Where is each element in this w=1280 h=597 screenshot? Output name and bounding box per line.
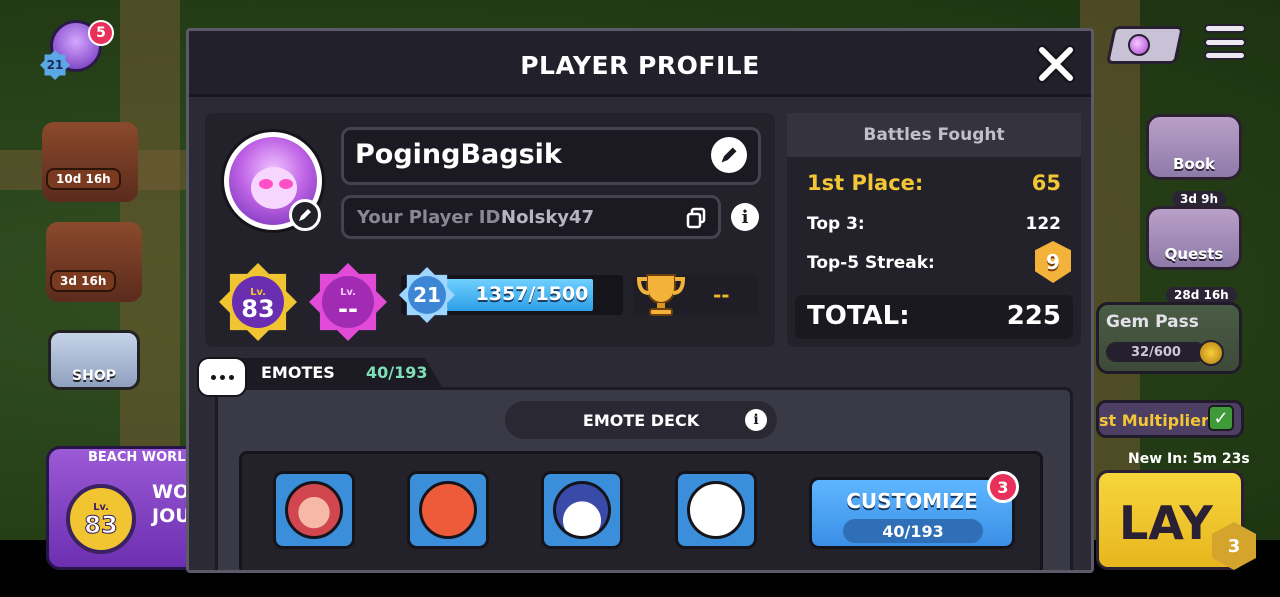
emote-deck-label: EMOTE DECK	[582, 411, 700, 430]
streak-row: Top-5 Streak:	[807, 253, 1061, 273]
play-label: LAY	[1119, 496, 1213, 550]
beach-world-level-value: 83	[84, 510, 118, 539]
monkey-emote-icon	[285, 481, 343, 539]
player-level-value: 83	[241, 294, 275, 323]
emote-slot-4[interactable]	[675, 471, 757, 549]
pencil-icon	[299, 209, 311, 221]
trophy-icon	[636, 274, 686, 316]
copy-id-button[interactable]	[683, 205, 709, 231]
gem-pass-progress: 32/600	[1106, 342, 1206, 362]
quests-button[interactable]: Quests	[1146, 206, 1242, 270]
first-place-row: 1st Place: 65	[807, 171, 1061, 195]
battles-heading: Battles Fought	[787, 113, 1081, 157]
streak-label: Top-5 Streak:	[807, 253, 935, 273]
customize-label: CUSTOMIZE	[846, 489, 978, 513]
event-card-1[interactable]	[42, 122, 138, 202]
gem-coin-icon	[1198, 340, 1224, 366]
top3-label: Top 3:	[807, 214, 865, 234]
emote-slot-1[interactable]	[273, 471, 355, 549]
customize-count: 40/193	[843, 519, 983, 543]
total-value: 225	[1006, 301, 1061, 331]
checkmark-icon[interactable]: ✓	[1208, 405, 1234, 431]
top3-row: Top 3: 122	[807, 214, 1061, 234]
info-icon[interactable]: i	[745, 409, 767, 431]
event-card-1-timer: 10d 16h	[46, 168, 121, 190]
scared-emote-icon	[553, 481, 611, 539]
player-level-badge: Lv. 83	[219, 263, 297, 341]
copy-icon	[686, 207, 706, 229]
emotes-tab-count: 40/193	[366, 363, 428, 382]
player-id-value: Nolsky47	[501, 207, 595, 228]
trophy-value: --	[713, 283, 730, 307]
emote-slot-2[interactable]	[407, 471, 489, 549]
xp-progress-text: 1357/1500	[475, 283, 589, 305]
hud-level-badge: 21	[40, 50, 70, 80]
beach-world-label: BEACH WORLD	[88, 450, 197, 465]
new-in-timer: New In: 5m 23s	[1128, 451, 1250, 467]
name-edit-button[interactable]	[711, 137, 747, 173]
mail-gem-icon	[1128, 34, 1150, 56]
emote-slot-3[interactable]	[541, 471, 623, 549]
first-place-value: 65	[1031, 171, 1061, 195]
total-row: TOTAL: 225	[807, 301, 1061, 331]
gem-pass-label: Gem Pass	[1106, 312, 1199, 332]
beach-world-level-badge: Lv. 83	[66, 484, 136, 554]
quests-timer: 3d 9h	[1172, 191, 1227, 207]
close-button[interactable]	[1035, 43, 1077, 85]
player-profile-modal: PLAYER PROFILE PogingBagsik Your Player …	[186, 28, 1094, 573]
close-icon	[1037, 45, 1075, 83]
pencil-icon	[721, 147, 737, 163]
modal-title: PLAYER PROFILE	[520, 51, 760, 80]
chat-bubble-icon	[197, 357, 247, 397]
book-label: Book	[1172, 155, 1216, 173]
book-button[interactable]: Book	[1146, 114, 1242, 180]
hud-notification-badge: 5	[88, 20, 114, 46]
player-id-label: Your Player ID:	[357, 207, 508, 228]
xp-level-value: 21	[408, 276, 446, 314]
player-name: PogingBagsik	[355, 139, 562, 170]
emotes-tab-label: EMOTES	[261, 363, 335, 382]
angry-emote-icon	[419, 481, 477, 539]
multiplier-label: st Multiplier	[1099, 411, 1209, 430]
info-icon[interactable]: i	[731, 203, 759, 231]
avatar-edit-button[interactable]	[289, 199, 321, 231]
quests-label: Quests	[1164, 245, 1224, 263]
xp-level-badge: 21	[399, 267, 455, 323]
shop-label: SHOP	[72, 368, 116, 384]
streak-value: 9	[1046, 250, 1060, 274]
event-card-2-timer: 3d 16h	[50, 270, 117, 292]
customize-notification-badge: 3	[987, 471, 1019, 503]
beach-world-title-line-2: JOU	[152, 505, 191, 527]
menu-icon[interactable]	[1204, 24, 1246, 60]
beach-world-title: WO JOU	[152, 480, 191, 528]
beach-world-title-line-1: WO	[152, 481, 190, 503]
total-label: TOTAL:	[807, 301, 910, 331]
secondary-level-value: --	[338, 294, 358, 323]
top3-value: 122	[1025, 214, 1062, 234]
crying-emote-icon	[687, 481, 745, 539]
first-place-label: 1st Place:	[807, 171, 924, 195]
secondary-level-badge: Lv. --	[309, 263, 387, 341]
gem-pass-timer: 28d 16h	[1166, 287, 1237, 303]
